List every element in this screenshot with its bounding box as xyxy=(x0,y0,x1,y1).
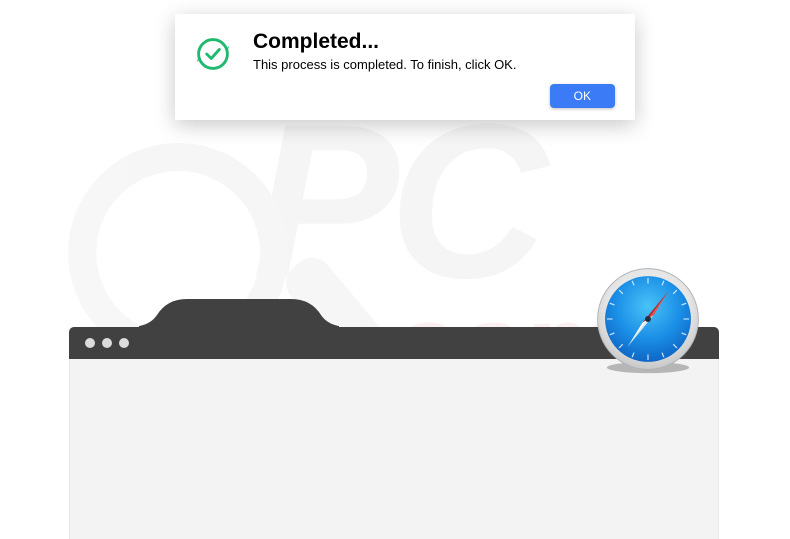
completed-dialog: Completed... This process is completed. … xyxy=(175,14,635,120)
minimize-icon[interactable] xyxy=(102,338,112,348)
checkmark-circle-icon xyxy=(195,36,231,72)
watermark-text-top: PC xyxy=(168,113,622,289)
browser-tab[interactable] xyxy=(139,293,339,327)
close-icon[interactable] xyxy=(85,338,95,348)
dialog-title: Completed... xyxy=(253,30,615,54)
window-controls[interactable] xyxy=(85,338,129,348)
safari-icon xyxy=(592,263,704,375)
dialog-message: This process is completed. To finish, cl… xyxy=(253,57,615,72)
maximize-icon[interactable] xyxy=(119,338,129,348)
ok-button[interactable]: OK xyxy=(550,84,615,108)
browser-content-area xyxy=(69,359,719,539)
